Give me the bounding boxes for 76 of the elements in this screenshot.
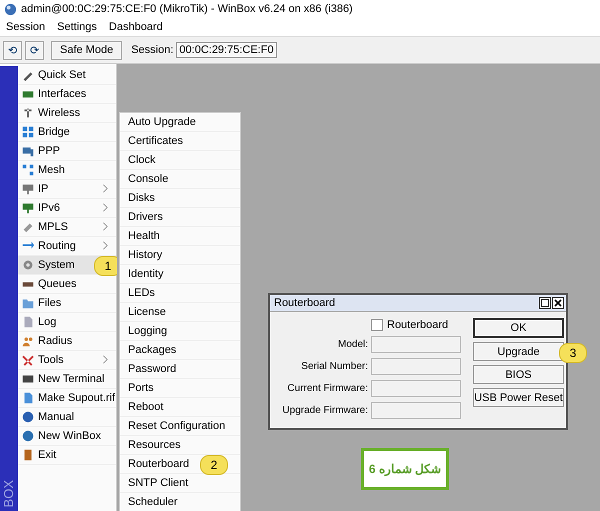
submenu-item[interactable]: Identity [120,265,240,284]
field-label: Model: [336,339,368,350]
sidebar-item[interactable]: Manual [18,408,116,427]
session-label: Session: [131,44,174,56]
sidebar-item[interactable]: New WinBox [18,427,116,446]
submenu-item[interactable]: Resources [120,436,240,455]
field-label: Upgrade Firmware: [281,405,368,416]
sidebar-item[interactable]: Bridge [18,123,116,142]
sidebar-item[interactable]: MPLS [18,218,116,237]
sidebar-item[interactable]: Interfaces [18,85,116,104]
submenu-item[interactable]: Clock [120,151,240,170]
submenu-item[interactable]: History [120,246,240,265]
input-field[interactable] [371,380,461,397]
submenu-item[interactable]: Reboot [120,398,240,417]
submenu-item[interactable]: Health [120,227,240,246]
submenu-item[interactable]: LEDs [120,284,240,303]
safe-mode-button[interactable]: Safe Mode [51,40,122,60]
submenu-item[interactable]: Certificates [120,132,240,151]
redo-button[interactable]: ⟳ [25,40,44,60]
window-title: admin@00:0C:29:75:CE:F0 (MikroTik) - WinBox v6.24 on x86 (i386) [21,3,353,15]
sidebar-item[interactable]: Exit [18,446,116,465]
sidebar-item[interactable]: Wireless [18,104,116,123]
callout-badge: 3 [559,343,587,363]
sidebar-item[interactable]: PPP [18,142,116,161]
sidebar-item[interactable]: Mesh [18,161,116,180]
submenu-item[interactable]: Disks [120,189,240,208]
network-icon [21,201,35,215]
sidebar-item[interactable]: Make Supout.rif [18,389,116,408]
sidebar-item[interactable]: IPv6 [18,199,116,218]
app-logo-icon [4,2,17,16]
network-icon [21,182,35,196]
input-field[interactable] [371,358,461,375]
submenu-item[interactable]: Auto Upgrade [120,113,240,132]
dialog-button[interactable]: USB Power Reset [473,388,564,407]
checkbox[interactable] [371,319,383,331]
close-icon[interactable] [552,297,564,309]
submenu-item[interactable]: Reset Configuration [120,417,240,436]
maximize-icon[interactable] [539,297,551,309]
submenu-item[interactable]: Logging [120,322,240,341]
menu-item[interactable]: Session [6,21,46,33]
sidebar-item[interactable]: System 1 [18,256,116,275]
undo-button[interactable]: ⟲ [3,40,22,60]
sidebar-item[interactable]: Files [18,294,116,313]
sidebar-item[interactable]: Quick Set [18,66,116,85]
input-field[interactable] [371,402,461,419]
callout-badge: 2 [200,455,228,475]
caption-label: شکل شماره 6 [361,448,449,490]
dialog-button[interactable]: BIOS [473,365,564,384]
input-field[interactable] [371,336,461,353]
session-field[interactable]: 00:0C:29:75:CE:F0 [176,42,277,58]
field-label: Serial Number: [300,361,368,372]
submenu-item[interactable]: SNTP Client [120,474,240,493]
submenu-item[interactable]: Console [120,170,240,189]
submenu-item[interactable]: Password [120,360,240,379]
submenu-item[interactable]: Drivers [120,208,240,227]
dialog-title: Routerboard [274,297,336,309]
checkbox-label: Routerboard [387,319,448,331]
field-label: Current Firmware: [286,383,368,394]
sidebar-item[interactable]: Log [18,313,116,332]
gear-icon [21,258,35,272]
menu-item[interactable]: Dashboard [108,21,163,33]
brand-text: BOX [1,480,17,507]
dialog-button[interactable]: Upgrade [473,342,564,361]
sidebar-item[interactable]: Radius [18,332,116,351]
tools-icon [21,353,35,367]
sidebar-item[interactable]: New Terminal [18,370,116,389]
sidebar-item[interactable]: IP [18,180,116,199]
sidebar-item[interactable]: Tools [18,351,116,370]
submenu-item[interactable]: Packages [120,341,240,360]
dialog-button[interactable]: OK [473,318,564,338]
sidebar-item[interactable]: Queues [18,275,116,294]
submenu-item[interactable]: Ports [120,379,240,398]
submenu-item[interactable]: License [120,303,240,322]
submenu-item[interactable]: Scheduler [120,493,240,511]
submenu-item[interactable]: Routerboard 2 [120,455,240,474]
menu-item[interactable]: Settings [57,21,97,33]
